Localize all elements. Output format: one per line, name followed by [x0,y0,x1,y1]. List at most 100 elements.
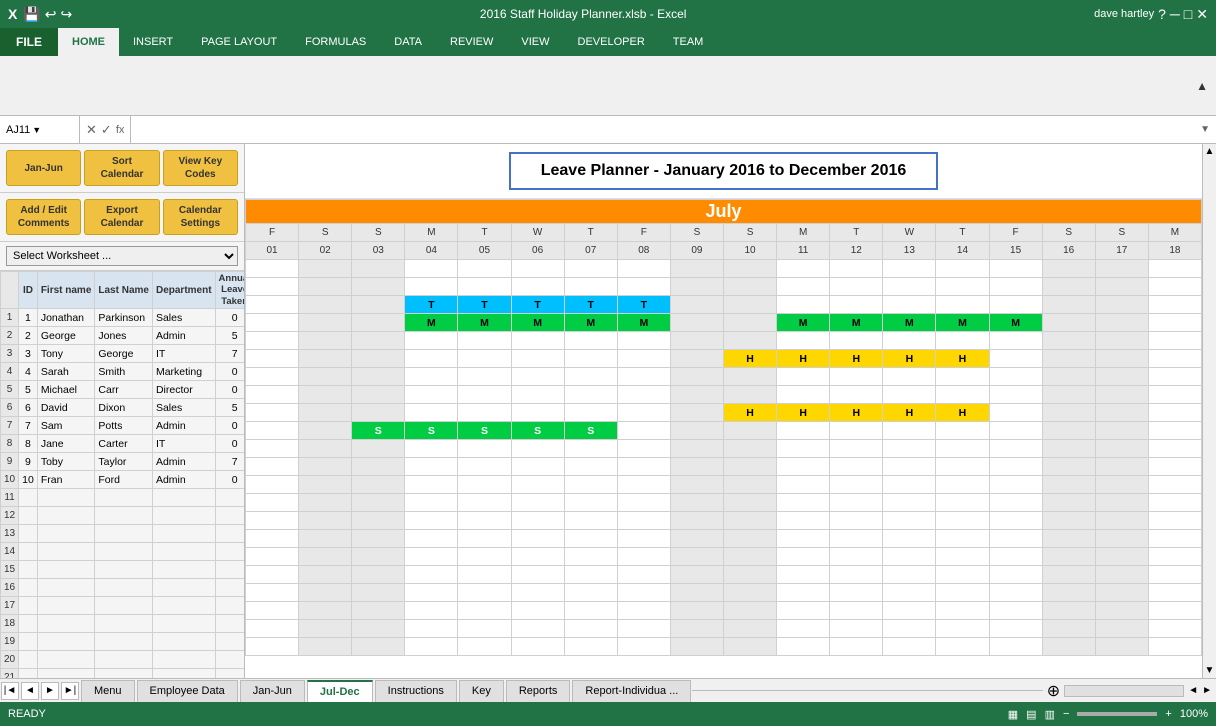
calendar-cell-empty[interactable] [405,638,458,656]
calendar-cell[interactable] [511,260,564,278]
employee-cell-empty[interactable] [215,543,244,561]
tab-insert[interactable]: INSERT [119,28,187,56]
employee-cell-empty[interactable] [19,597,38,615]
calendar-cell-empty[interactable] [1148,638,1201,656]
calendar-cell-empty[interactable] [883,530,936,548]
calendar-cell-empty[interactable] [936,476,989,494]
calendar-cell[interactable] [1095,422,1148,440]
calendar-cell-empty[interactable] [830,638,883,656]
calendar-cell[interactable] [617,422,670,440]
calendar-cell[interactable]: M [617,314,670,332]
calendar-cell-empty[interactable] [617,620,670,638]
calendar-cell-empty[interactable] [1095,512,1148,530]
employee-cell-empty[interactable] [215,507,244,525]
calendar-cell-empty[interactable] [936,584,989,602]
calendar-cell-empty[interactable] [352,476,405,494]
calendar-cell[interactable] [883,422,936,440]
calendar-cell-empty[interactable] [723,620,776,638]
employee-cell[interactable]: Jonathan [37,309,95,327]
select-worksheet-dropdown[interactable]: Select Worksheet ... [6,246,238,266]
calendar-cell[interactable] [1042,422,1095,440]
calendar-cell-empty[interactable] [777,638,830,656]
horizontal-scrollbar[interactable] [1064,685,1184,697]
calendar-cell-empty[interactable] [1042,512,1095,530]
calendar-cell[interactable] [883,386,936,404]
calendar-cell[interactable] [246,314,299,332]
calendar-cell[interactable]: H [936,404,989,422]
calendar-cell[interactable] [617,260,670,278]
zoom-slider[interactable] [1077,712,1157,716]
employee-cell-empty[interactable] [95,543,153,561]
calendar-cell[interactable] [777,296,830,314]
calendar-cell[interactable] [617,278,670,296]
calendar-cell-empty[interactable] [1095,530,1148,548]
calendar-cell-empty[interactable] [936,566,989,584]
calendar-cell[interactable] [1148,332,1201,350]
employee-cell-empty[interactable] [19,489,38,507]
calendar-cell[interactable] [1042,386,1095,404]
calendar-cell[interactable] [670,404,723,422]
calendar-cell-empty[interactable] [670,638,723,656]
calendar-cell-empty[interactable] [883,638,936,656]
employee-cell-empty[interactable] [19,615,38,633]
employee-cell-empty[interactable] [152,651,215,669]
calendar-cell-empty[interactable] [936,512,989,530]
employee-cell-empty[interactable] [215,651,244,669]
employee-cell[interactable]: 0 [215,435,244,453]
calendar-cell-empty[interactable] [883,494,936,512]
employee-cell-empty[interactable] [215,489,244,507]
employee-cell[interactable]: Smith [95,363,153,381]
calendar-cell[interactable] [246,296,299,314]
undo-icon[interactable]: ↩ [45,6,57,23]
calendar-cell-empty[interactable] [299,530,352,548]
calendar-cell[interactable]: M [511,314,564,332]
employee-cell[interactable]: Potts [95,417,153,435]
calendar-cell[interactable] [670,422,723,440]
calendar-cell-empty[interactable] [723,458,776,476]
scrollbar-left-icon[interactable]: ◄ [1188,685,1198,696]
restore-icon[interactable]: □ [1184,6,1192,22]
calendar-cell[interactable] [246,422,299,440]
employee-cell[interactable]: Admin [152,417,215,435]
calendar-cell[interactable] [830,278,883,296]
calendar-cell[interactable] [1042,332,1095,350]
calendar-cell[interactable]: M [564,314,617,332]
calendar-cell-empty[interactable] [458,584,511,602]
calendar-cell[interactable] [989,386,1042,404]
calendar-cell-empty[interactable] [670,476,723,494]
calendar-cell[interactable] [246,332,299,350]
employee-cell-empty[interactable] [37,633,95,651]
calendar-cell-empty[interactable] [723,548,776,566]
calendar-cell-empty[interactable] [777,476,830,494]
calendar-cell-empty[interactable] [883,512,936,530]
calendar-cell-empty[interactable] [1042,476,1095,494]
calendar-cell[interactable] [511,332,564,350]
export-calendar-button[interactable]: Export Calendar [84,199,159,235]
calendar-cell[interactable] [1148,314,1201,332]
calendar-cell[interactable] [1042,350,1095,368]
calendar-cell[interactable] [299,350,352,368]
calendar-cell[interactable] [1042,296,1095,314]
calendar-cell-empty[interactable] [511,566,564,584]
calendar-cell-empty[interactable] [1148,476,1201,494]
employee-cell[interactable]: Tony [37,345,95,363]
calendar-cell[interactable] [670,314,723,332]
calendar-cell-empty[interactable] [723,494,776,512]
calendar-cell-empty[interactable] [352,584,405,602]
employee-cell[interactable]: 5 [215,399,244,417]
calendar-cell-empty[interactable] [564,584,617,602]
calendar-cell[interactable] [670,278,723,296]
tab-team[interactable]: TEAM [659,28,718,56]
calendar-cell[interactable] [299,260,352,278]
calendar-cell[interactable] [352,350,405,368]
calendar-cell-empty[interactable] [246,476,299,494]
calendar-cell[interactable] [617,404,670,422]
calendar-cell[interactable]: T [511,296,564,314]
calendar-cell[interactable] [405,350,458,368]
calendar-cell-empty[interactable] [458,638,511,656]
employee-cell-empty[interactable] [152,543,215,561]
calendar-cell-empty[interactable] [777,566,830,584]
employee-cell-empty[interactable] [37,615,95,633]
calendar-cell[interactable] [1095,278,1148,296]
calendar-cell[interactable] [1095,296,1148,314]
